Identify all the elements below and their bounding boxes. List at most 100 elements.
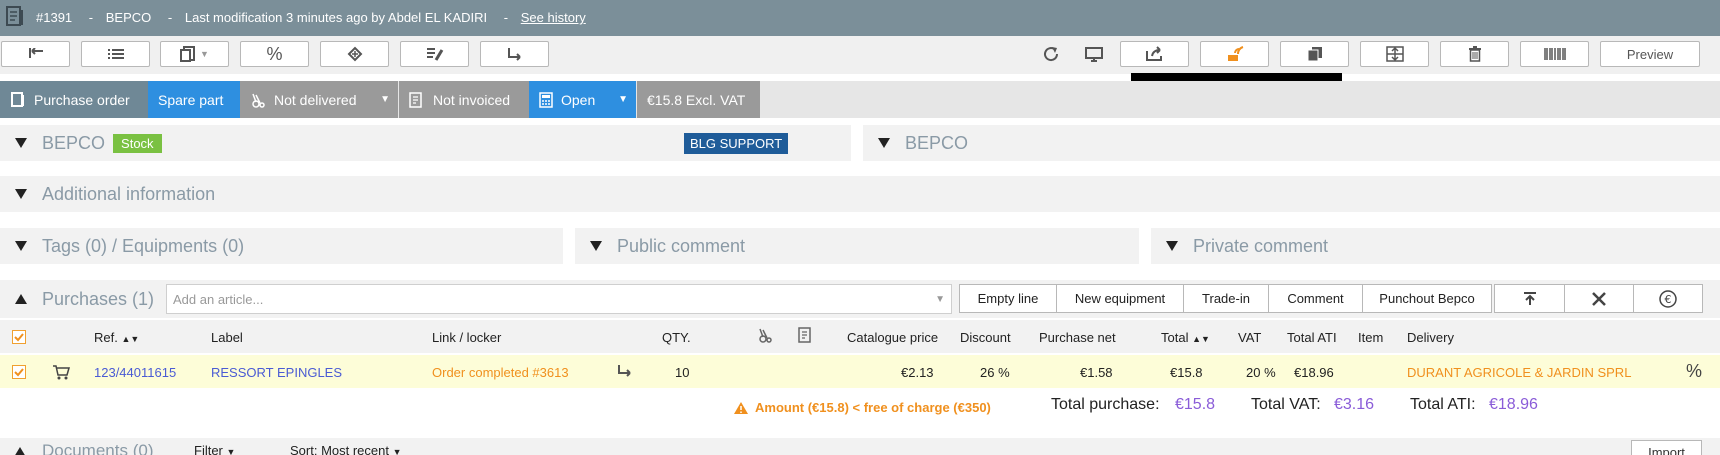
stamp-icon (347, 46, 362, 62)
last-modification: Last modification 3 minutes ago by Abdel… (184, 10, 488, 25)
document-menu-button[interactable]: ▼ (160, 41, 229, 67)
trash-icon (1468, 46, 1481, 62)
row-total: €15.8 (1170, 365, 1203, 380)
punchout-button[interactable]: Punchout Bepco (1362, 284, 1492, 313)
status-purchase-order[interactable]: Purchase order (0, 81, 148, 118)
refresh-icon (1044, 47, 1059, 62)
add-article-input[interactable]: Add an article... ▼ (166, 284, 952, 314)
row-qty[interactable]: 10 (675, 365, 689, 380)
sort-dropdown[interactable]: Sort: Most recent ▼ (290, 443, 402, 455)
row-discount[interactable]: 26 % (980, 365, 1010, 380)
edit-document-icon (426, 48, 443, 61)
status-delivery[interactable]: Not delivered ▼ (240, 81, 398, 118)
documents-panel: Documents (0) Filter ▼ Sort: Most recent… (0, 438, 1720, 455)
total-vat-label: Total VAT: (1251, 396, 1321, 413)
total-purchase-value: €15.8 (1175, 396, 1216, 413)
status-label: Not delivered (274, 91, 357, 108)
collapse-triangle-icon[interactable] (589, 239, 603, 253)
chevron-down-icon: ▼ (618, 94, 628, 105)
stamp-button[interactable] (320, 41, 389, 67)
stock-badge: Stock (113, 133, 162, 153)
status-invoicing[interactable]: Not invoiced (399, 81, 529, 118)
euro-button[interactable]: € (1633, 284, 1703, 313)
header-qty: QTY. (662, 330, 691, 345)
purchases-title: Purchases (1) (42, 288, 155, 309)
status-label: Not invoiced (433, 91, 511, 108)
header-item: Item (1358, 330, 1384, 345)
expand-triangle-icon[interactable] (14, 292, 28, 306)
private-comment-panel: Private comment (1151, 228, 1720, 264)
transmit-order-button[interactable] (1200, 41, 1269, 67)
supplier-name: BEPCO (105, 10, 152, 25)
header-label: Label (211, 330, 243, 345)
sort-icon: ▲▼ (121, 334, 140, 344)
header-ref[interactable]: Ref. ▲▼ (94, 330, 139, 345)
redirect-button[interactable] (480, 41, 549, 67)
barcode-button[interactable] (1520, 41, 1589, 67)
split-button[interactable] (1360, 41, 1429, 67)
tags-panel: Tags (0) / Equipments (0) (0, 228, 563, 264)
preview-button[interactable]: Preview (1600, 41, 1700, 67)
filter-dropdown[interactable]: Filter ▼ (194, 443, 235, 455)
duplicate-button[interactable] (1280, 41, 1349, 67)
comment-button[interactable]: Comment (1268, 284, 1363, 313)
display-button[interactable] (1080, 41, 1108, 67)
status-label: Spare part (158, 91, 224, 108)
back-arrow-icon (28, 48, 43, 58)
public-comment-panel: Public comment (575, 228, 1139, 264)
row-checkbox[interactable] (12, 365, 26, 379)
header-total[interactable]: Total ▲▼ (1161, 330, 1210, 345)
row-discount-button[interactable]: % (1686, 361, 1702, 382)
row-catalogue-price: €2.13 (901, 365, 934, 380)
support-badge: BLG SUPPORT (684, 133, 789, 154)
collapse-triangle-icon[interactable] (877, 136, 891, 150)
redirect-arrow-icon (507, 48, 521, 61)
trade-in-button[interactable]: Trade-in (1183, 284, 1269, 313)
new-equipment-button[interactable]: New equipment (1056, 284, 1184, 313)
order-number: #1391 (36, 10, 73, 25)
import-button[interactable]: Import (1631, 440, 1702, 455)
delivery-status-icon (757, 327, 773, 346)
toolbar: ▼ % Preview (0, 36, 1720, 74)
row-vat: 20 % (1246, 365, 1276, 380)
row-link[interactable]: Order completed #3613 (432, 365, 569, 380)
row-purchase-net: €1.58 (1080, 365, 1113, 380)
row-ref[interactable]: 123/44011615 (94, 365, 176, 380)
supplier-address-title: BEPCO (905, 132, 969, 153)
invoice-icon (409, 91, 425, 108)
calculator-icon (539, 91, 553, 108)
collapse-triangle-icon[interactable] (1165, 239, 1179, 253)
discount-button[interactable]: % (240, 41, 309, 67)
empty-line-button[interactable]: Empty line (959, 284, 1057, 313)
back-button[interactable] (1, 41, 70, 67)
collapse-triangle-icon[interactable] (14, 239, 28, 253)
delete-button[interactable] (1440, 41, 1509, 67)
separator: - (167, 10, 173, 25)
list-button[interactable] (81, 41, 150, 67)
split-icon (1385, 46, 1404, 62)
header-total-ati: Total ATI (1287, 330, 1337, 345)
supplier-address-panel: BEPCO (863, 125, 1720, 161)
move-top-button[interactable] (1494, 284, 1565, 313)
tractor-icon (250, 92, 266, 108)
share-button[interactable] (1120, 41, 1189, 67)
document-icon (5, 6, 25, 28)
refresh-button[interactable] (1037, 41, 1065, 67)
collapse-triangle-icon[interactable] (14, 187, 28, 201)
arrow-top-icon (1523, 291, 1536, 305)
private-comment-title: Private comment (1193, 235, 1329, 256)
row-total-ati: €18.96 (1294, 365, 1334, 380)
see-history-link[interactable]: See history (521, 10, 586, 25)
select-all-checkbox[interactable] (12, 330, 26, 344)
status-open[interactable]: Open ▼ (529, 81, 636, 118)
row-label[interactable]: RESSORT EPINGLES (211, 365, 342, 380)
remove-lines-button[interactable] (1564, 284, 1634, 313)
separator: - (88, 10, 94, 25)
redirect-arrow-icon[interactable] (617, 364, 633, 381)
collapse-triangle-icon[interactable] (14, 444, 26, 455)
edit-document-button[interactable] (400, 41, 469, 67)
status-spare-part[interactable]: Spare part (148, 81, 240, 118)
collapse-triangle-icon[interactable] (14, 136, 28, 150)
total-ati-label: Total ATI: (1410, 396, 1476, 413)
chevron-down-icon: ▼ (200, 49, 209, 59)
